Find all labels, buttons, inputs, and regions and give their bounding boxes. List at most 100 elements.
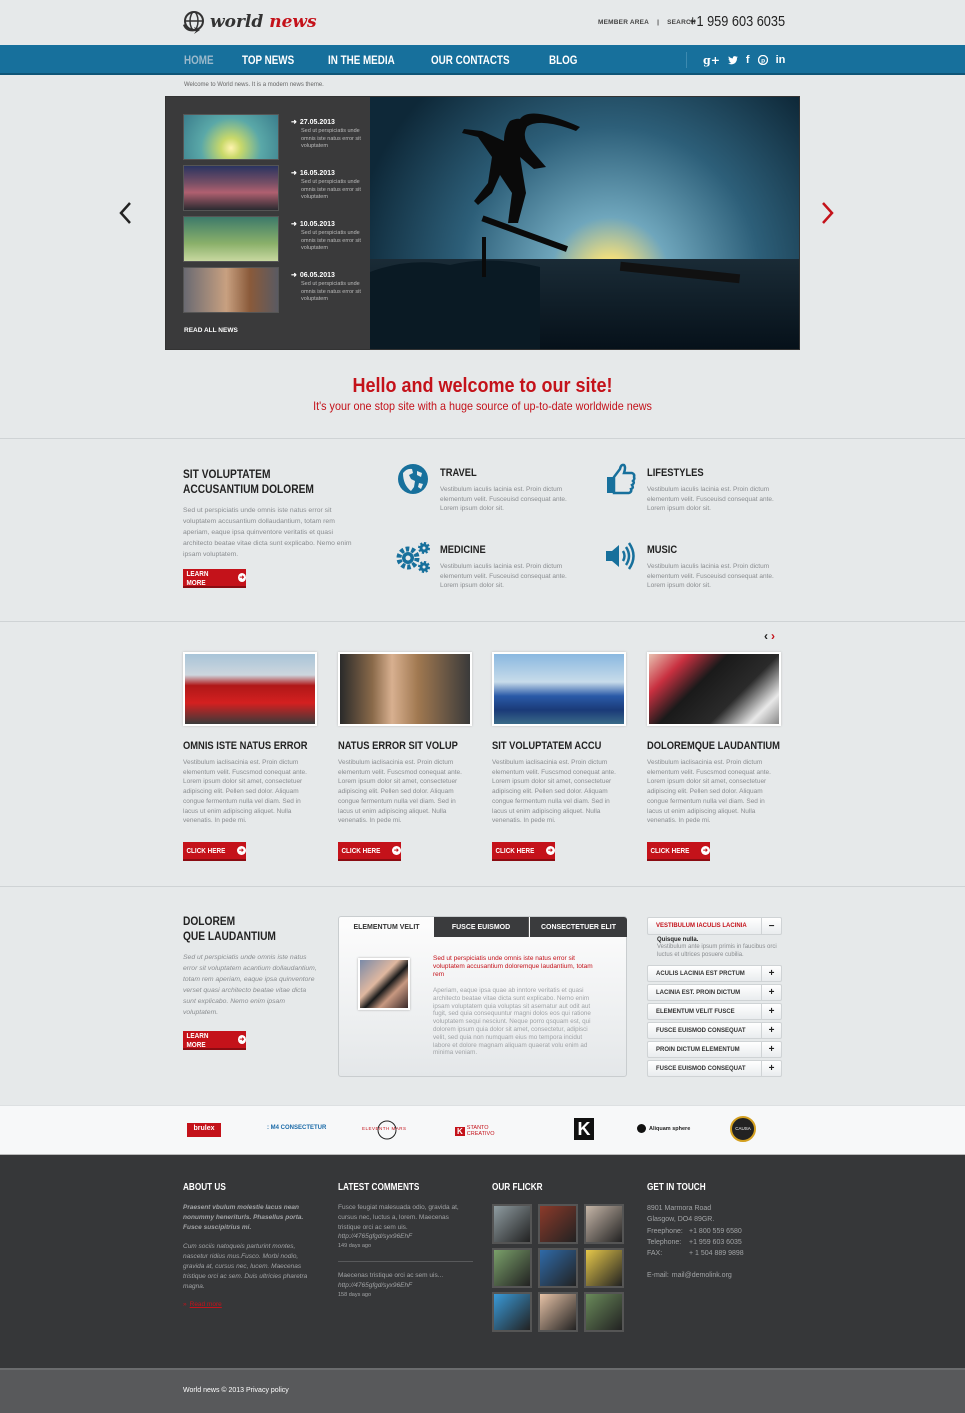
welcome-heading: Hello and welcome to our site! [352,375,613,397]
arrow-right-icon: ➜ [291,272,297,279]
accordion-item[interactable]: FUSCE EUISMOD CONSEQUAT + [647,1022,782,1039]
nav-our-contacts[interactable]: OUR CONTACTS [431,53,510,67]
card-title[interactable]: SIT VOLUPTATEM ACCU [492,740,606,752]
flickr-photo[interactable] [538,1292,578,1332]
comment-link[interactable]: http://4765gfgd/syx96EhF [338,1281,473,1291]
plus-icon[interactable]: + [761,966,781,981]
flickr-photo[interactable] [538,1204,578,1244]
flickr-photo[interactable] [584,1204,624,1244]
woman-portrait-image[interactable] [338,652,472,726]
flickr-photo[interactable] [538,1248,578,1288]
plus-icon[interactable]: + [761,1061,781,1076]
tab-consectetuer-elit[interactable]: CONSECTETUER ELIT [530,917,627,937]
click-here-button[interactable]: CLICK HERE ➜ [338,841,401,861]
news-thumb-skater[interactable] [183,114,279,160]
card-title[interactable]: DOLOREMQUE LAUDANTIUM [647,740,780,752]
facebook-icon[interactable]: f [746,54,750,67]
nav-in-the-media[interactable]: IN THE MEDIA [328,53,395,67]
partner-name: ELEVENTH MARS [362,1126,407,1131]
news-item[interactable]: ➜ 27.05.2013 Sed ut perspiciatis unde omn… [183,114,361,160]
flickr-photo[interactable] [492,1292,532,1332]
fax-number: + 1 504 889 9898 [689,1250,744,1258]
main-nav: HOME TOP NEWS IN THE MEDIA OUR CONTACTS … [184,53,605,67]
card-title[interactable]: OMNIS ISTE NATUS ERROR [183,740,308,752]
slider-next-arrow[interactable] [821,200,835,232]
plus-icon[interactable]: + [761,1042,781,1057]
learn-more-button[interactable]: LEARN MORE ➜ [183,1031,246,1050]
news-item[interactable]: ➜ 06.05.2013 Sed ut perspiciatis unde omn… [183,267,361,313]
comment-text: Fusce feugiat malesuada odio, gravida at… [338,1204,459,1231]
arrow-right-icon: ➜ [291,221,297,228]
accordion-item[interactable]: LACINIA EST. PROIN DICTUM + [647,984,782,1001]
feature-music: MUSIC Vestibulum iaculis lacinia est. Pr… [604,540,774,589]
tab-elementum-velit[interactable]: ELEMENTUM VELIT [339,917,434,937]
hero-skater-image[interactable] [370,97,799,349]
partner-logo[interactable]: K [574,1118,594,1140]
learn-more-button[interactable]: LEARN MORE ➜ [183,569,246,588]
email-link[interactable]: mail@demolink.org [672,1270,732,1281]
click-here-button[interactable]: CLICK HERE ➜ [647,841,710,861]
accordion-label: ELEMENTUM VELIT FUSCE [656,1008,735,1015]
read-all-news-link[interactable]: READ ALL NEWS [184,327,238,334]
tab-fusce-euismod[interactable]: FUSCE EUISMOD [434,917,529,937]
accordion-item[interactable]: FUSCE EUISMOD CONSEQUAT + [647,1060,782,1077]
partner-logo[interactable]: ELEVENTH MARS [362,1119,412,1141]
partner-logo[interactable]: CAUSA [730,1116,756,1142]
copyright-text: World news © 2013 Privacy policy [183,1387,289,1394]
google-plus-icon[interactable]: g+ [703,54,720,67]
cards-prev-arrow[interactable]: ‹ [764,629,768,643]
accordion-item[interactable]: ELEMENTUM VELIT FUSCE + [647,1003,782,1020]
news-item[interactable]: ➜ 16.05.2013 Sed ut perspiciatis unde omn… [183,165,361,211]
accordion-item[interactable]: ACULIS LACINIA EST PRCTUM + [647,965,782,982]
flickr-photo[interactable] [584,1248,624,1288]
accordion-item[interactable]: PROIN DICTUM ELEMENTUM + [647,1041,782,1058]
plus-icon[interactable]: + [761,1004,781,1019]
linkedin-icon[interactable]: in [776,54,786,67]
plus-icon[interactable]: + [761,1023,781,1038]
feature-title: MEDICINE [440,544,486,556]
click-here-button[interactable]: CLICK HERE ➜ [492,841,555,861]
comment-link[interactable]: http://4765gfgd/syx96EhF [338,1232,473,1242]
card-title[interactable]: NATUS ERROR SIT VOLUP [338,740,458,752]
member-area-link[interactable]: MEMBER AREA [598,19,649,26]
read-more-link[interactable]: Read more [190,1301,222,1308]
plus-icon[interactable]: + [761,985,781,1000]
click-here-button[interactable]: CLICK HERE ➜ [183,841,246,861]
news-thumb-couple[interactable] [183,267,279,313]
red-car-image[interactable] [183,652,317,726]
accordion-item-open[interactable]: VESTIBULUM IACULIS LACINIA − [647,917,782,935]
slider-prev-arrow[interactable] [118,200,132,232]
partner-logo[interactable]: : M4 CONSECTETUR [267,1125,326,1131]
nav-home[interactable]: HOME [184,53,214,67]
gondolas-image[interactable] [492,652,626,726]
partner-logo[interactable]: brulex [187,1123,221,1137]
card-text: Vestibulum iaclisacinia est. Proin dictu… [183,759,307,825]
click-here-label: CLICK HERE [341,845,381,855]
author-photo [358,958,410,1010]
nav-blog[interactable]: BLOG [549,53,577,67]
partner-logo[interactable]: Aliquam sphere [637,1124,690,1133]
cards-carousel-nav: ‹ › [764,629,775,643]
flickr-photo[interactable] [492,1204,532,1244]
accordion-label: FUSCE EUISMOD CONSEQUAT [656,1027,746,1034]
accordion-label: FUSCE EUISMOD CONSEQUAT [656,1065,746,1072]
nav-top-news[interactable]: TOP NEWS [242,53,294,67]
flickr-grid [492,1204,626,1332]
double-chevron-icon: » [183,1301,187,1309]
minus-icon[interactable]: − [761,918,781,934]
news-thumb-politician[interactable] [183,165,279,211]
speaker-icon [606,542,635,570]
arrow-right-icon: ➜ [291,119,297,126]
logo-word-accent: news [269,12,317,32]
news-item[interactable]: ➜ 10.05.2013 Sed ut perspiciatis unde omn… [183,216,361,262]
flickr-photo[interactable] [492,1248,532,1288]
carnival-mask-image[interactable] [647,652,781,726]
flickr-photo[interactable] [584,1292,624,1332]
intro-block: SIT VOLUPTATEM ACCUSANTIUM DOLOREM Sed u… [183,467,358,588]
news-thumb-yoga[interactable] [183,216,279,262]
partner-logo[interactable]: K STANTO CREATIVO [455,1125,505,1137]
cards-next-arrow[interactable]: › [771,629,775,643]
pinterest-icon[interactable]: p [757,55,768,65]
logo[interactable]: world news [180,9,317,35]
twitter-icon[interactable] [727,55,738,65]
